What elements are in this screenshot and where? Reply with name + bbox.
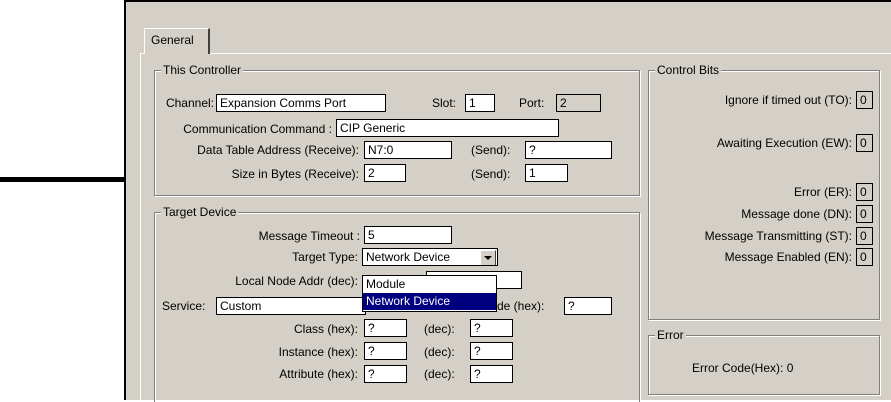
ew-bit-label: Awaiting Execution (EW): [716,136,852,150]
comm-command-field[interactable]: CIP Generic [336,119,559,137]
chevron-down-icon[interactable] [480,250,496,265]
en-bit-field: 0 [856,248,873,266]
message-timeout-field[interactable]: 5 [364,226,452,244]
slot-field[interactable]: 1 [465,94,495,112]
port-field: 2 [556,94,601,112]
st-bit-label: Message Transmitting (ST): [704,229,852,243]
size-receive-field[interactable]: 2 [364,164,406,182]
ew-bit-field: 0 [856,134,873,152]
class-hex-field[interactable]: ? [364,319,407,337]
control-bits-title: Control Bits [655,63,722,77]
target-device-title: Target Device [161,205,239,219]
size-send-field[interactable]: 1 [525,164,568,182]
instance-hex-field[interactable]: ? [364,342,407,360]
instance-dec-field[interactable]: ? [470,342,513,360]
message-timeout-label: Message Timeout : [258,229,360,243]
class-dec-label: (dec): [424,322,455,336]
channel-field[interactable]: Expansion Comms Port [216,94,386,112]
service-code-field[interactable]: ? [564,297,612,315]
to-bit-field: 0 [856,91,873,109]
comm-command-label: Communication Command : [183,122,332,136]
channel-label: Channel: [165,96,214,110]
class-dec-field[interactable]: ? [470,319,513,337]
message-setup-dialog: General This Controller Channel: Expansi… [124,0,891,402]
local-node-label: Local Node Addr (dec): [235,274,358,288]
instance-dec-label: (dec): [424,345,455,359]
attribute-dec-label: (dec): [424,367,455,381]
er-bit-label: Error (ER): [794,185,852,199]
slot-label: Slot: [432,96,457,110]
st-bit-field: 0 [856,227,873,245]
service-code-label: de (hex): [497,299,545,313]
data-table-receive-field[interactable]: N7:0 [364,141,452,159]
attribute-dec-field[interactable]: ? [470,365,513,383]
this-controller-title: This Controller [161,63,244,77]
size-receive-label: Size in Bytes (Receive): [231,167,359,181]
port-label: Port: [519,96,545,110]
target-type-dropdown-list: Module Network Device [362,275,497,312]
error-code-label: Error Code(Hex): 0 [692,361,794,375]
tab-general[interactable]: General [144,28,210,54]
error-title: Error [655,328,686,342]
service-label: Service: [162,299,206,313]
target-type-combo[interactable]: Network Device [362,248,498,266]
dn-bit-field: 0 [856,205,873,223]
service-field[interactable]: Custom [216,297,366,315]
to-bit-label: Ignore if timed out (TO): [724,93,852,107]
target-type-value: Network Device [366,250,451,264]
data-table-send-label: (Send): [471,143,511,157]
tab-general-label: General [151,33,194,47]
size-send-label: (Send): [471,167,511,181]
target-type-label: Target Type: [292,250,358,264]
dn-bit-label: Message done (DN): [741,207,852,221]
instance-hex-label: Instance (hex): [278,345,358,359]
data-table-send-field[interactable]: ? [525,141,612,159]
data-table-receive-label: Data Table Address (Receive): [197,143,359,157]
attribute-hex-label: Attribute (hex): [279,367,358,381]
dropdown-option-module[interactable]: Module [363,276,496,293]
attribute-hex-field[interactable]: ? [364,365,407,383]
en-bit-label: Message Enabled (EN): [724,250,852,264]
class-hex-label: Class (hex): [293,322,358,336]
er-bit-field: 0 [856,183,873,201]
dropdown-option-network-device[interactable]: Network Device [363,293,496,310]
